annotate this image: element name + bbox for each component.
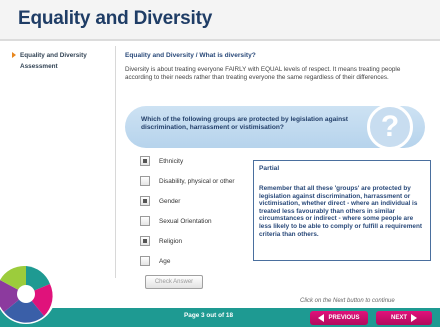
sidebar-item-equality-diversity[interactable]: Equality and Diversity [10,52,110,60]
option-label: Disability, physical or other [159,177,235,185]
arrow-left-icon [318,314,325,322]
sidebar-item-label: Assessment [20,62,58,70]
checkbox[interactable] [140,196,150,206]
feedback-panel: Partial Remember that all these 'groups'… [253,160,431,261]
question-box: Which of the following groups are protec… [125,104,425,150]
option-ethnicity[interactable]: Ethnicity [140,151,270,171]
active-marker-icon [12,52,16,58]
logo-petals-icon [0,264,56,324]
previous-button[interactable]: PREVIOUS [310,311,368,325]
header-divider [0,39,440,41]
content-area: Equality and Diversity / What is diversi… [125,52,430,81]
options-list: Ethnicity Disability, physical or other … [140,151,270,271]
next-button[interactable]: NEXT [376,311,432,325]
option-disability[interactable]: Disability, physical or other [140,171,270,191]
checkbox[interactable] [140,176,150,186]
option-age[interactable]: Age [140,251,270,271]
feedback-title: Partial [259,165,280,172]
checkbox[interactable] [140,256,150,266]
sidebar: Equality and Diversity Assessment [10,52,110,73]
option-religion[interactable]: Religion [140,231,270,251]
next-label: NEXT [390,315,407,321]
footer-bar: Page 3 out of 18 PREVIOUS NEXT [0,308,440,327]
sidebar-item-label: Equality and Diversity [20,52,87,59]
sidebar-item-assessment[interactable]: Assessment [10,63,110,71]
check-answer-button[interactable]: Check Answer [145,275,203,289]
previous-label: PREVIOUS [328,315,360,321]
option-label: Religion [159,237,183,245]
checkbox[interactable] [140,236,150,246]
option-label: Age [159,257,171,265]
breadcrumb: Equality and Diversity / What is diversi… [125,52,256,59]
intro-text: Diversity is about treating everyone FAI… [125,66,401,81]
option-sexual-orientation[interactable]: Sexual Orientation [140,211,270,231]
question-text: Which of the following groups are protec… [141,116,348,131]
option-gender[interactable]: Gender [140,191,270,211]
page-title: Equality and Diversity [18,8,213,29]
option-label: Gender [159,197,181,205]
question-mark-icon: ? [367,104,413,150]
page-count: Page 3 out of 18 [184,312,234,319]
arrow-right-icon [411,314,417,322]
option-label: Ethnicity [159,157,184,165]
feedback-text: Remember that all these 'groups' are pro… [259,185,423,238]
header-bar: Equality and Diversity [0,0,440,40]
option-label: Sexual Orientation [159,217,212,225]
checkbox[interactable] [140,216,150,226]
checkbox[interactable] [140,156,150,166]
sidebar-divider [115,46,116,278]
continue-hint: Click on the Next button to continue [300,298,395,304]
